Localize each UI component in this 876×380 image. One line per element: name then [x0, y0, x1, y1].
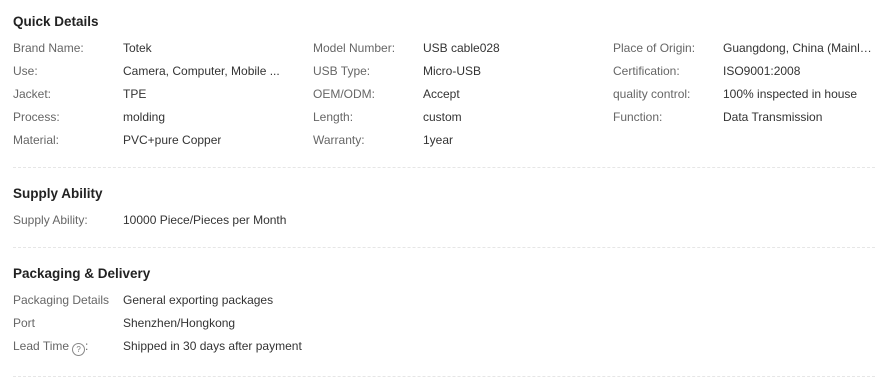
detail-row-packaging-details: Packaging Details General exporting pack…	[13, 291, 413, 309]
detail-row-jacket: Jacket: TPE	[13, 85, 303, 103]
detail-value: Camera, Computer, Mobile ...	[123, 64, 280, 78]
detail-row-quality-control: quality control: 100% inspected in house	[613, 85, 875, 103]
detail-value: Shenzhen/Hongkong	[123, 316, 236, 330]
detail-value: Shipped in 30 days after payment	[123, 339, 302, 353]
detail-row-lead-time: Lead Time?: Shipped in 30 days after pay…	[13, 337, 413, 356]
detail-value: Guangdong, China (Mainlan...	[723, 41, 875, 55]
detail-row-length: Length: custom	[313, 108, 603, 126]
detail-value: TPE	[123, 87, 147, 101]
detail-value: molding	[123, 110, 166, 124]
section-divider	[13, 167, 875, 168]
detail-value: ISO9001:2008	[723, 64, 801, 78]
detail-label: Length:	[313, 110, 354, 124]
detail-label: Place of Origin:	[613, 41, 696, 55]
quick-details-title: Quick Details	[13, 14, 99, 29]
detail-label: Function:	[613, 110, 663, 124]
detail-row-oem-odm: OEM/ODM: Accept	[313, 85, 603, 103]
detail-value: 100% inspected in house	[723, 87, 858, 101]
detail-value: General exporting packages	[123, 293, 274, 307]
detail-label: Brand Name:	[13, 41, 84, 55]
detail-row-usb-type: USB Type: Micro-USB	[313, 62, 603, 80]
section-divider	[13, 247, 875, 248]
detail-value: 1year	[423, 133, 454, 147]
detail-label: quality control:	[613, 87, 691, 101]
detail-label: Model Number:	[313, 41, 396, 55]
packaging-delivery-title: Packaging & Delivery	[13, 266, 151, 281]
detail-label: OEM/ODM:	[313, 87, 375, 101]
detail-value: USB cable028	[423, 41, 500, 55]
question-circle-icon[interactable]: ?	[72, 343, 86, 356]
detail-value: Totek	[123, 41, 152, 55]
detail-row-port: Port Shenzhen/Hongkong	[13, 314, 413, 332]
detail-value: Data Transmission	[723, 110, 823, 124]
detail-row-material: Material: PVC+pure Copper	[13, 131, 303, 149]
detail-row-model-number: Model Number: USB cable028	[313, 39, 603, 57]
supply-ability-title: Supply Ability	[13, 186, 103, 201]
detail-row-place-of-origin: Place of Origin: Guangdong, China (Mainl…	[613, 39, 875, 57]
detail-label: Jacket:	[13, 87, 52, 101]
detail-row-brand-name: Brand Name: Totek	[13, 39, 303, 57]
detail-row-supply-ability: Supply Ability: 10000 Piece/Pieces per M…	[13, 211, 413, 229]
detail-value: PVC+pure Copper	[123, 133, 222, 147]
detail-row-warranty: Warranty: 1year	[313, 131, 603, 149]
detail-value: custom	[423, 110, 462, 124]
section-divider	[13, 376, 875, 377]
detail-label: USB Type:	[313, 64, 371, 78]
detail-value: Micro-USB	[423, 64, 482, 78]
lead-time-label: Lead Time	[13, 339, 70, 353]
detail-label: Certification:	[613, 64, 680, 78]
detail-label: Warranty:	[313, 133, 365, 147]
detail-row-use: Use: Camera, Computer, Mobile ...	[13, 62, 303, 80]
detail-row-certification: Certification: ISO9001:2008	[613, 62, 875, 80]
detail-label: Port	[13, 316, 36, 330]
detail-value: Accept	[423, 87, 460, 101]
detail-label: Packaging Details	[13, 293, 110, 307]
detail-label: Lead Time?:	[13, 337, 88, 356]
detail-label: Use:	[13, 64, 38, 78]
detail-label: Process:	[13, 110, 60, 124]
detail-row-process: Process: molding	[13, 108, 303, 126]
detail-label: Supply Ability:	[13, 213, 88, 227]
detail-row-function: Function: Data Transmission	[613, 108, 875, 126]
detail-label: Material:	[13, 133, 60, 147]
detail-value: 10000 Piece/Pieces per Month	[123, 213, 287, 227]
lead-time-label-suffix: :	[85, 339, 89, 353]
